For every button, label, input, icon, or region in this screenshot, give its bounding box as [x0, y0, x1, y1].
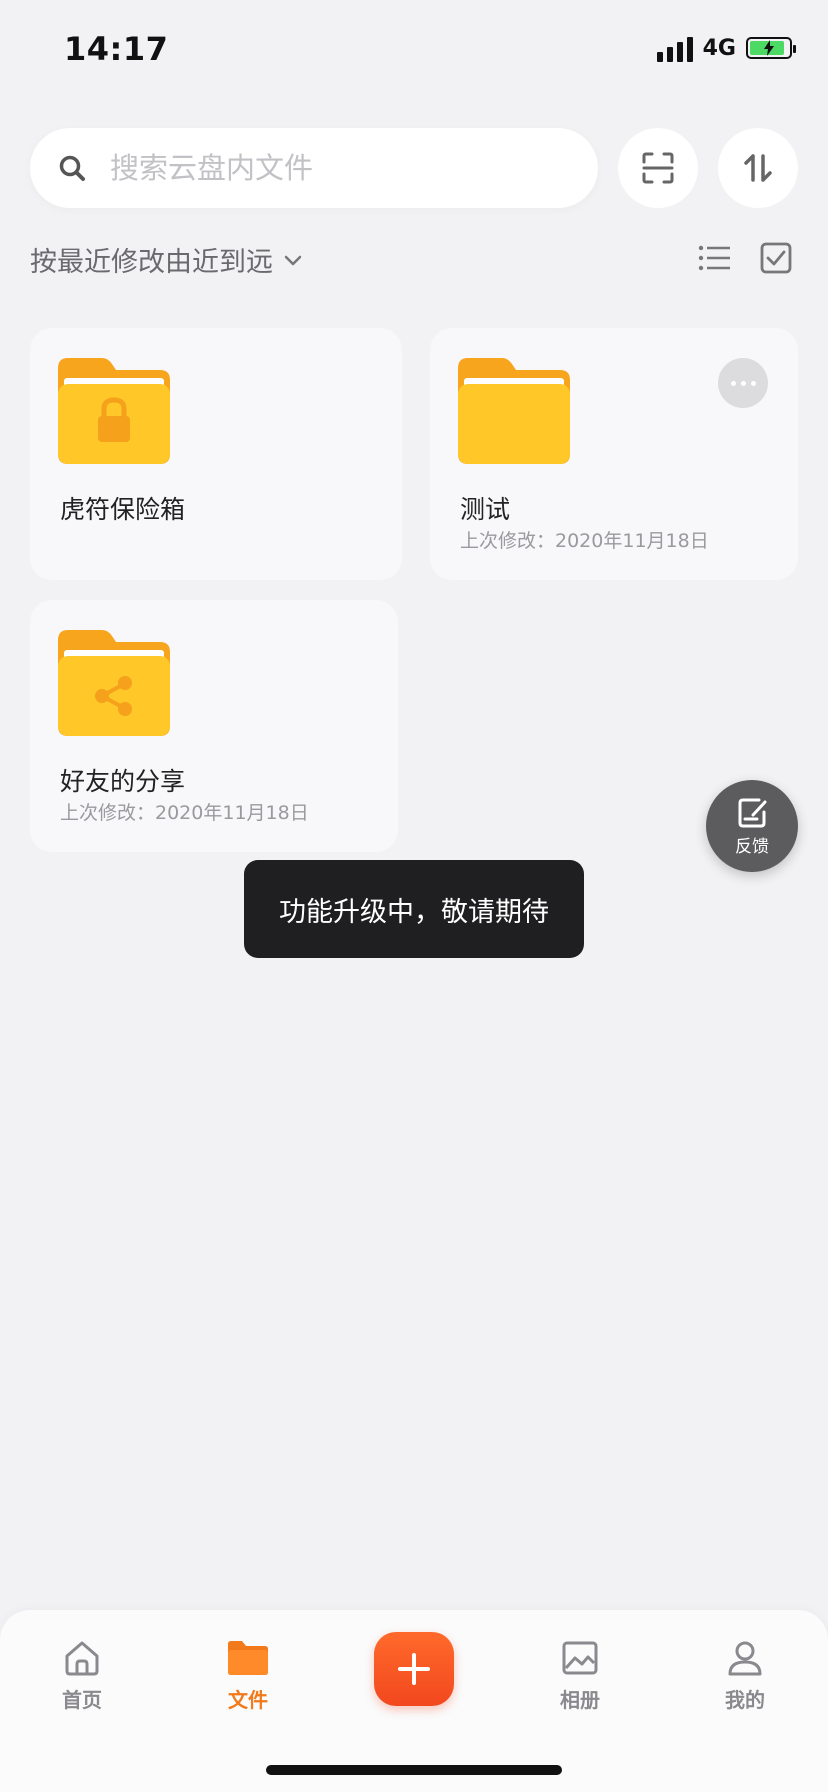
user-icon — [728, 1641, 762, 1676]
plus-icon — [398, 1653, 430, 1685]
scan-button[interactable] — [618, 128, 698, 208]
sort-selector[interactable]: 按最近修改由近到远 — [30, 240, 303, 279]
feedback-button[interactable]: 反馈 — [706, 780, 798, 872]
status-indicators: 4G — [656, 34, 796, 62]
nav-item-files[interactable]: 文件 — [193, 1638, 303, 1713]
shared-folder-icon — [58, 630, 170, 736]
search-bar[interactable] — [30, 128, 598, 208]
folder-card-shared[interactable]: 好友的分享 上次修改：2020年11月18日 — [30, 600, 398, 852]
add-button[interactable] — [374, 1632, 454, 1706]
toast-message: 功能升级中，敬请期待 — [244, 860, 584, 958]
folder-name: 测试 — [460, 495, 511, 524]
multi-select-icon[interactable] — [760, 242, 792, 274]
folder-modified-date: 上次修改：2020年11月18日 — [60, 802, 309, 824]
folder-card-test[interactable]: 测试 上次修改：2020年11月18日 — [430, 328, 798, 580]
folder-name: 虎符保险箱 — [60, 495, 186, 524]
chevron-down-icon — [284, 255, 302, 265]
home-icon — [65, 1641, 99, 1676]
sort-label: 按最近修改由近到远 — [30, 247, 273, 278]
locked-folder-icon — [58, 358, 170, 464]
folder-modified-date: 上次修改：2020年11月18日 — [460, 530, 709, 552]
transfer-button[interactable] — [718, 128, 798, 208]
nav-item-profile[interactable]: 我的 — [690, 1638, 800, 1713]
status-time: 14:17 — [64, 30, 169, 68]
view-controls — [698, 242, 792, 274]
battery-icon — [746, 37, 796, 59]
more-options-button[interactable] — [718, 358, 768, 408]
signal-icon — [656, 34, 693, 62]
nav-label: 相册 — [560, 1688, 600, 1712]
feedback-label: 反馈 — [735, 836, 769, 857]
nav-label: 文件 — [228, 1688, 268, 1712]
edit-note-icon — [738, 798, 767, 827]
nav-label: 首页 — [62, 1688, 102, 1712]
transfer-arrows-icon — [744, 154, 772, 182]
folder-name: 好友的分享 — [60, 767, 186, 796]
scan-icon — [642, 152, 674, 184]
folder-icon — [458, 358, 570, 464]
nav-item-album[interactable]: 相册 — [525, 1638, 635, 1713]
image-icon — [562, 1641, 598, 1675]
nav-item-home[interactable]: 首页 — [27, 1638, 137, 1713]
search-input[interactable] — [108, 150, 542, 186]
folder-card-vault[interactable]: 虎符保险箱 — [30, 328, 402, 580]
folder-icon — [228, 1641, 268, 1675]
list-view-icon[interactable] — [698, 243, 732, 273]
home-indicator — [266, 1765, 562, 1775]
nav-label: 我的 — [725, 1688, 765, 1712]
search-icon — [59, 155, 85, 181]
network-type: 4G — [702, 35, 736, 61]
status-bar: 14:17 4G — [0, 0, 828, 100]
